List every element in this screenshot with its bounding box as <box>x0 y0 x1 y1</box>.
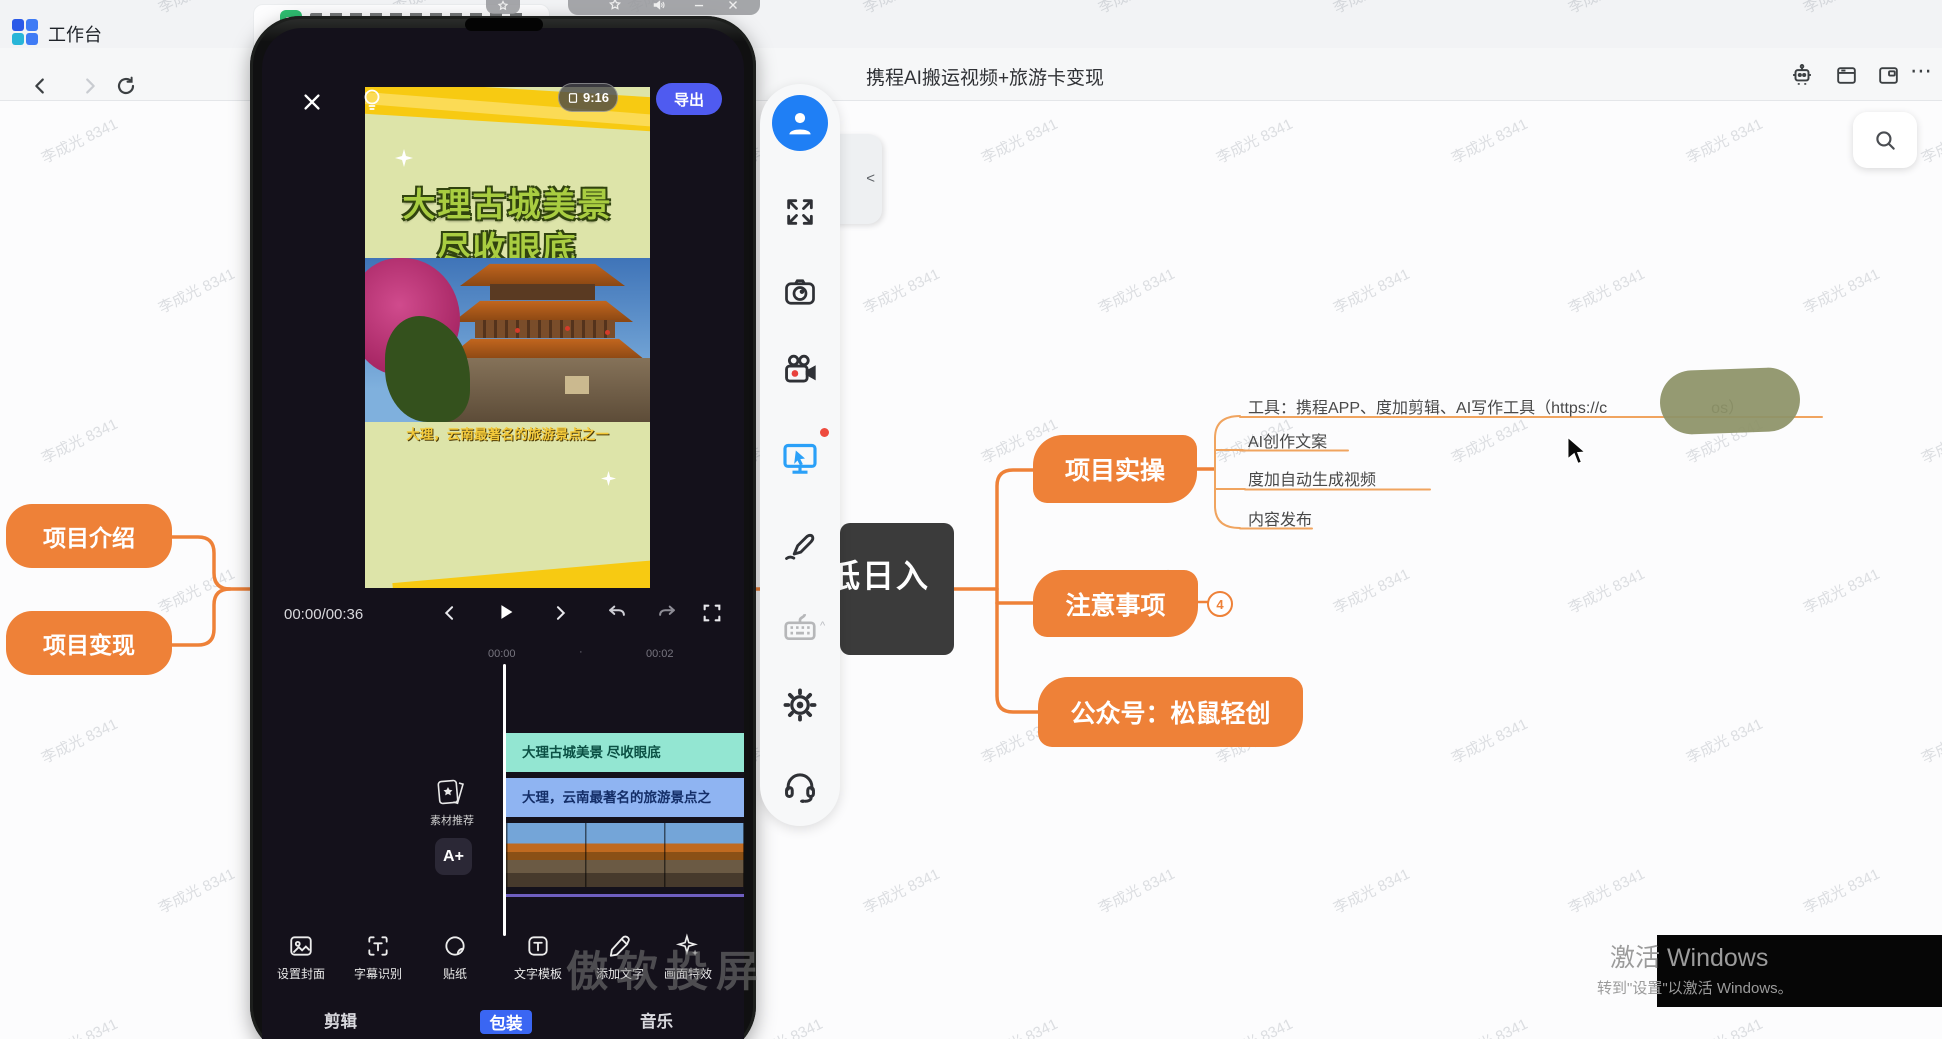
playback-time: 00:00/00:36 <box>284 606 363 623</box>
ruler-tick: 00:02 <box>646 648 674 660</box>
chevron-left-icon: < <box>866 170 875 187</box>
pin-icon <box>497 0 509 12</box>
sparkle-icon <box>395 149 413 167</box>
pagoda-photo <box>365 258 650 422</box>
subtitle-recognition-icon <box>365 933 391 959</box>
windows-activation-title: 激活 Windows <box>1610 938 1768 974</box>
redaction-blob <box>1659 367 1801 436</box>
mouse-cursor <box>1566 436 1588 466</box>
mindmap-node-notes[interactable]: 注意事项 <box>1033 570 1198 637</box>
ruler-dot: · <box>579 646 583 658</box>
video-caption: 大理，云南最著名的旅游景点之一 <box>365 423 650 443</box>
support-headset-icon[interactable] <box>780 766 820 806</box>
play-icon[interactable] <box>492 598 520 626</box>
windows-activation-subtitle: 转到"设置"以激活 Windows。 <box>1597 977 1793 998</box>
person-icon <box>783 106 817 140</box>
account-avatar[interactable] <box>772 95 828 151</box>
prev-frame-icon[interactable] <box>437 600 463 626</box>
decor-ray <box>392 557 650 588</box>
collapsed-count-badge[interactable]: 4 <box>1207 591 1233 617</box>
mindmap-node-monetize[interactable]: 项目变现 <box>6 611 172 675</box>
mirror-pin-pill[interactable] <box>486 0 520 14</box>
timeline-playhead[interactable] <box>503 664 506 936</box>
mindmap-node-intro[interactable]: 项目介绍 <box>6 504 172 568</box>
phone-screen: 大理古城美景 尽收眼底 大理 <box>262 28 744 1039</box>
screenshot-camera-icon[interactable] <box>780 272 820 312</box>
undo-icon[interactable] <box>604 600 630 626</box>
mirror-app-watermark: 傲软投屏 <box>566 938 766 999</box>
audio-track[interactable] <box>506 894 744 897</box>
tab-clip[interactable]: 剪辑 <box>324 1008 357 1032</box>
settings-gear-icon[interactable] <box>780 685 820 725</box>
mindmap-child-ai-copy[interactable]: AI创作文案 <box>1248 428 1327 452</box>
sparkle-icon <box>601 471 616 486</box>
subtitle-track-1[interactable]: 大理古城美景 尽收眼底 <box>506 733 744 772</box>
mindmap-child-publish[interactable]: 内容发布 <box>1248 506 1312 530</box>
mirror-window-controls <box>568 0 760 15</box>
tips-bulb-icon[interactable] <box>359 86 385 116</box>
toolbar-text-template[interactable]: 文字模板 <box>503 926 573 988</box>
minimize-icon[interactable] <box>692 0 706 12</box>
ruler-tick: 00:00 <box>488 648 516 660</box>
phone-notch <box>465 18 543 31</box>
redo-icon[interactable] <box>654 600 680 626</box>
mirrored-phone: 大理古城美景 尽收眼底 大理 <box>250 16 756 1039</box>
video-track[interactable] <box>506 823 744 887</box>
aspect-ratio-badge[interactable]: 9:16 <box>558 83 618 112</box>
auto-text-button[interactable]: A+ <box>435 838 472 875</box>
toolbar-subtitle-recognition[interactable]: 字幕识别 <box>343 926 413 988</box>
toolbar-set-cover[interactable]: 设置封面 <box>266 926 336 988</box>
next-frame-icon[interactable] <box>547 600 573 626</box>
aspect-ratio-icon <box>567 92 579 104</box>
sticker-icon <box>442 933 468 959</box>
close-icon[interactable] <box>726 0 740 12</box>
record-camera-icon[interactable] <box>780 350 820 390</box>
tab-package-active[interactable]: 包装 <box>480 1010 532 1034</box>
fullscreen-icon[interactable] <box>699 600 725 626</box>
screen-share-icon[interactable] <box>780 438 820 478</box>
desktop: 工作台 携程AI搬运视频+旅游卡变现 ⋯ M <box>0 0 1942 1039</box>
mindmap-root-node[interactable]: 低日入 <box>840 523 954 655</box>
subtitle-track-2[interactable]: 大理，云南最著名的旅游景点之 <box>506 778 744 817</box>
keyboard-expand-caret[interactable]: ^ <box>820 620 825 632</box>
toolbar-sticker[interactable]: 贴纸 <box>420 926 490 988</box>
video-preview[interactable]: 大理古城美景 尽收眼底 大理 <box>365 87 650 588</box>
annotate-pen-icon[interactable] <box>780 525 820 565</box>
star-icon[interactable] <box>608 0 622 12</box>
tab-music[interactable]: 音乐 <box>640 1008 673 1032</box>
material-recommend-label: 素材推荐 <box>422 812 482 828</box>
notification-dot <box>820 428 829 437</box>
text-template-icon <box>525 933 551 959</box>
material-recommend-icon[interactable] <box>432 776 472 810</box>
fullscreen-mirror-icon[interactable] <box>780 192 820 232</box>
mindmap-node-practice[interactable]: 项目实操 <box>1033 435 1197 503</box>
mindmap-child-autovideo[interactable]: 度加自动生成视频 <box>1248 466 1376 490</box>
close-editor-icon[interactable] <box>300 90 324 114</box>
cover-image-icon <box>288 933 314 959</box>
audio-icon[interactable] <box>652 0 666 12</box>
search-button[interactable] <box>1853 112 1917 168</box>
keyboard-icon[interactable] <box>780 606 820 646</box>
export-button[interactable]: 导出 <box>656 83 722 115</box>
mindmap-node-wechat[interactable]: 公众号：松鼠轻创 <box>1038 677 1303 747</box>
